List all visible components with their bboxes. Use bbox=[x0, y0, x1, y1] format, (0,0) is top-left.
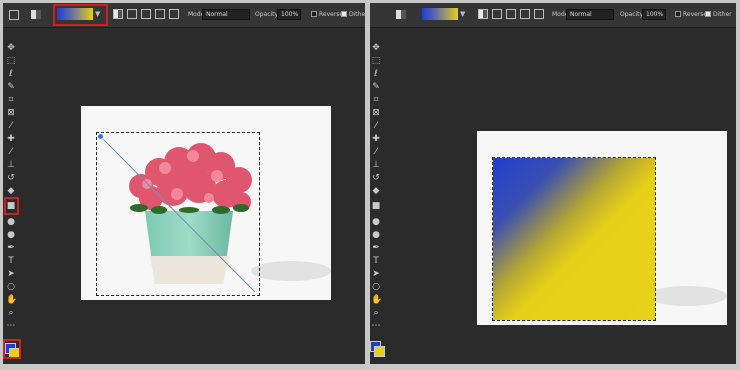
crop-icon[interactable]: ⌗ bbox=[371, 95, 381, 105]
path-select-icon[interactable]: ➤ bbox=[6, 269, 16, 279]
chevron-down-icon[interactable]: ▼ bbox=[460, 10, 465, 18]
shape-icon[interactable]: ○ bbox=[371, 282, 381, 292]
pen-icon[interactable]: ✒ bbox=[6, 243, 16, 253]
gradient-icon[interactable]: ■ bbox=[371, 201, 381, 211]
dodge-icon[interactable]: ● bbox=[6, 230, 16, 240]
hand-icon[interactable]: ✋ bbox=[6, 295, 17, 305]
reverse-checkbox[interactable] bbox=[311, 11, 317, 17]
radial-gradient-icon[interactable] bbox=[127, 9, 137, 19]
eraser-icon[interactable]: ◆ bbox=[6, 186, 16, 196]
blur-icon[interactable]: ● bbox=[6, 217, 16, 227]
opacity-label: Opacity: bbox=[620, 11, 645, 18]
quick-select-icon[interactable]: ✎ bbox=[371, 82, 381, 92]
stamp-icon[interactable]: ⊥ bbox=[6, 160, 16, 170]
path-select-icon[interactable]: ➤ bbox=[371, 269, 381, 279]
angle-gradient-icon[interactable] bbox=[506, 9, 516, 19]
gradient-tool-icon bbox=[31, 10, 41, 19]
brush-icon[interactable]: ⁄ bbox=[6, 147, 16, 157]
reflected-gradient-icon[interactable] bbox=[520, 9, 530, 19]
tools-panel: ✥ ⬚ ℓ ✎ ⌗ ⊠ ⁄ ✚ ⁄ ⊥ ↺ ◆ ■ ● ● ✒ T ➤ ○ ✋ … bbox=[3, 43, 21, 364]
hand-icon[interactable]: ✋ bbox=[371, 295, 382, 305]
tool-preset-icon[interactable] bbox=[9, 10, 19, 20]
healing-icon[interactable]: ✚ bbox=[371, 134, 381, 144]
tools-panel-right: ✥ ⬚ ℓ ✎ ⌗ ⊠ ⁄ ✚ ⁄ ⊥ ↺ ◆ ■ ● ● ✒ T ➤ ○ ✋ … bbox=[370, 43, 385, 364]
color-swatches-highlight bbox=[3, 339, 21, 359]
pen-icon[interactable]: ✒ bbox=[371, 243, 381, 253]
eraser-icon[interactable]: ◆ bbox=[371, 186, 381, 196]
options-bar: ▼ Mode: Normal Opacity: 100% Reverse Dit… bbox=[3, 3, 365, 28]
history-brush-icon[interactable]: ↺ bbox=[6, 173, 16, 183]
gradient-drag-line bbox=[99, 135, 256, 293]
zoom-icon[interactable]: ⌕ bbox=[371, 308, 381, 318]
opacity-label: Opacity: bbox=[255, 11, 280, 18]
marquee-icon[interactable]: ⬚ bbox=[371, 56, 381, 66]
mode-select[interactable]: Normal bbox=[566, 9, 614, 20]
type-icon[interactable]: T bbox=[6, 256, 16, 266]
dither-checkbox[interactable] bbox=[705, 11, 711, 17]
reflected-gradient-icon[interactable] bbox=[155, 9, 165, 19]
reverse-label: Reverse bbox=[683, 11, 708, 18]
frame-icon[interactable]: ⊠ bbox=[371, 108, 381, 118]
healing-icon[interactable]: ✚ bbox=[6, 134, 16, 144]
move-icon[interactable]: ✥ bbox=[371, 43, 381, 53]
eyedropper-icon[interactable]: ⁄ bbox=[371, 121, 381, 131]
angle-gradient-icon[interactable] bbox=[141, 9, 151, 19]
move-icon[interactable]: ✥ bbox=[6, 43, 16, 53]
background-color-swatch[interactable] bbox=[374, 346, 385, 357]
selection-marquee bbox=[492, 157, 656, 321]
gradient-picker-highlight bbox=[53, 4, 108, 26]
linear-gradient-icon[interactable] bbox=[113, 9, 123, 19]
blur-icon[interactable]: ● bbox=[371, 217, 381, 227]
marquee-icon[interactable]: ⬚ bbox=[6, 56, 16, 66]
quick-select-icon[interactable]: ✎ bbox=[6, 82, 16, 92]
lasso-icon[interactable]: ℓ bbox=[6, 69, 16, 79]
gradient-picker[interactable] bbox=[422, 8, 458, 20]
dither-label: Dither bbox=[349, 11, 365, 18]
radial-gradient-icon[interactable] bbox=[492, 9, 502, 19]
mode-select[interactable]: Normal bbox=[202, 9, 250, 20]
gradient-tool-icon bbox=[396, 10, 406, 19]
photoshop-panel-after: ▼ Mode: Normal Opacity: 100% Reverse Dit… bbox=[370, 3, 736, 364]
dodge-icon[interactable]: ● bbox=[371, 230, 381, 240]
stamp-icon[interactable]: ⊥ bbox=[371, 160, 381, 170]
zoom-icon[interactable]: ⌕ bbox=[6, 308, 16, 318]
history-brush-icon[interactable]: ↺ bbox=[371, 173, 381, 183]
gradient-tool-highlight bbox=[4, 197, 19, 215]
dither-checkbox[interactable] bbox=[341, 11, 347, 17]
diamond-gradient-icon[interactable] bbox=[169, 9, 179, 19]
document-canvas[interactable] bbox=[81, 106, 331, 300]
frame-icon[interactable]: ⊠ bbox=[6, 108, 16, 118]
options-bar-right: ▼ Mode: Normal Opacity: 100% Reverse Dit… bbox=[370, 3, 736, 28]
gradient-start-handle[interactable] bbox=[97, 133, 104, 140]
linear-gradient-icon[interactable] bbox=[478, 9, 488, 19]
photoshop-panel-before: ▼ Mode: Normal Opacity: 100% Reverse Dit… bbox=[3, 3, 365, 364]
opacity-field[interactable]: 100% bbox=[277, 9, 301, 20]
crop-icon[interactable]: ⌗ bbox=[6, 95, 16, 105]
diamond-gradient-icon[interactable] bbox=[534, 9, 544, 19]
more-icon[interactable]: ⋯ bbox=[6, 321, 16, 331]
type-icon[interactable]: T bbox=[371, 256, 381, 266]
shape-icon[interactable]: ○ bbox=[6, 282, 16, 292]
reverse-label: Reverse bbox=[319, 11, 344, 18]
document-canvas-result[interactable] bbox=[477, 131, 727, 325]
brush-icon[interactable]: ⁄ bbox=[371, 147, 381, 157]
eyedropper-icon[interactable]: ⁄ bbox=[6, 121, 16, 131]
more-icon[interactable]: ⋯ bbox=[371, 321, 381, 331]
opacity-field[interactable]: 100% bbox=[642, 9, 666, 20]
dither-label: Dither bbox=[713, 11, 732, 18]
reverse-checkbox[interactable] bbox=[675, 11, 681, 17]
lasso-icon[interactable]: ℓ bbox=[371, 69, 381, 79]
